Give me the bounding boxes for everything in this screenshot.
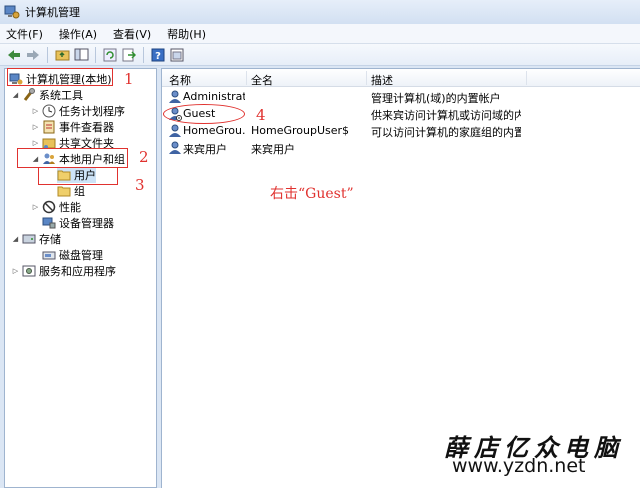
table-row[interactable]: HomeGrou... HomeGroupUser$ 可以访问计算机的家庭组的内…: [162, 123, 640, 139]
annotation-number-3: 3: [135, 176, 145, 194]
menu-bar: 文件(F) 操作(A) 查看(V) 帮助(H): [0, 24, 640, 44]
list-header: 名称 全名 描述: [162, 69, 640, 87]
column-header-description[interactable]: 描述: [371, 72, 393, 88]
user-fullname: 来宾用户: [251, 143, 295, 156]
tree-label: 设备管理器: [59, 217, 114, 230]
services-icon: [22, 264, 36, 278]
tree-label: 系统工具: [39, 89, 83, 102]
tree-label: 性能: [59, 201, 81, 214]
tree-item-event-viewer[interactable]: ▷ 事件查看器: [31, 119, 114, 135]
annotation-instruction: 右击“Guest”: [270, 186, 354, 202]
tree-item-disk-management[interactable]: 磁盘管理: [42, 247, 103, 263]
toolbar-separator: [143, 46, 144, 63]
user-list: 名称 全名 描述 Administrat... 管理计算机(域)的内置帐户 Gu…: [161, 68, 640, 488]
disk-icon: [42, 248, 56, 262]
toolbar: ?: [0, 44, 640, 66]
tree-label: 组: [74, 185, 85, 198]
no-entry-icon: [42, 200, 56, 214]
collapsed-triangle-icon[interactable]: ▷: [31, 107, 40, 115]
forward-arrow-icon[interactable]: [25, 47, 41, 63]
clock-icon: [42, 104, 56, 118]
collapsed-triangle-icon[interactable]: ▷: [31, 203, 40, 211]
device-manager-icon: [42, 216, 56, 230]
export-list-icon[interactable]: [121, 47, 137, 63]
collapsed-triangle-icon[interactable]: ▷: [31, 123, 40, 131]
tree-item-system-tools[interactable]: ◢ 系统工具: [11, 87, 83, 103]
tree-item-performance[interactable]: ▷ 性能: [31, 199, 81, 215]
back-arrow-icon[interactable]: [6, 47, 22, 63]
annotation-ellipse-guest: [163, 104, 245, 124]
column-divider[interactable]: [366, 71, 367, 85]
tools-icon: [22, 88, 36, 102]
folder-icon: [57, 184, 71, 198]
column-divider[interactable]: [246, 71, 247, 85]
annotation-number-4: 4: [256, 106, 266, 124]
user-fullname: HomeGroupUser$: [251, 124, 350, 137]
computer-management-icon: [4, 5, 20, 19]
properties-icon[interactable]: [169, 47, 185, 63]
user-name: Administrat...: [183, 90, 245, 103]
user-name: HomeGrou...: [183, 124, 245, 137]
menu-view[interactable]: 查看(V): [113, 26, 151, 42]
help-icon[interactable]: ?: [150, 47, 166, 63]
user-description: 可以访问计算机的家庭组的内置...: [371, 126, 521, 139]
user-icon: [169, 124, 181, 137]
user-name: 来宾用户: [183, 143, 227, 156]
table-row[interactable]: Administrat... 管理计算机(域)的内置帐户: [162, 89, 640, 105]
tree-label: 服务和应用程序: [39, 265, 116, 278]
annotation-number-1: 1: [124, 70, 134, 88]
toolbar-separator: [95, 46, 96, 63]
show-hide-tree-icon[interactable]: [73, 47, 89, 63]
event-viewer-icon: [42, 120, 56, 134]
window-title: 计算机管理: [25, 6, 80, 19]
tree-label: 任务计划程序: [59, 105, 125, 118]
user-description: 供来宾访问计算机或访问域的内...: [371, 109, 521, 122]
column-header-fullname[interactable]: 全名: [251, 72, 273, 88]
tree-item-storage[interactable]: ◢ 存储: [11, 231, 61, 247]
menu-help[interactable]: 帮助(H): [167, 26, 206, 42]
expanded-triangle-icon[interactable]: ◢: [11, 235, 20, 243]
refresh-icon[interactable]: [102, 47, 118, 63]
table-row[interactable]: 来宾用户 来宾用户: [162, 140, 640, 156]
svg-text:?: ?: [155, 51, 161, 62]
tree-item-task-scheduler[interactable]: ▷ 任务计划程序: [31, 103, 125, 119]
menu-file[interactable]: 文件(F): [6, 26, 43, 42]
annotation-box-users: [38, 167, 118, 185]
up-folder-icon[interactable]: [54, 47, 70, 63]
storage-icon: [22, 232, 36, 246]
user-icon: [169, 90, 181, 103]
annotation-number-2: 2: [139, 148, 149, 166]
tree-item-device-manager[interactable]: 设备管理器: [42, 215, 114, 231]
tree-label: 存储: [39, 233, 61, 246]
console-tree: 计算机管理(本地) ◢ 系统工具 ▷ 任务计划程序 ▷ 事件查看器 ▷ 共享文件…: [4, 68, 157, 488]
tree-label: 磁盘管理: [59, 249, 103, 262]
annotation-box-root: [7, 68, 113, 86]
collapsed-triangle-icon[interactable]: ▷: [31, 139, 40, 147]
column-header-name[interactable]: 名称: [169, 72, 191, 88]
user-icon: [169, 141, 181, 154]
column-divider[interactable]: [526, 71, 527, 85]
tree-label: 事件查看器: [59, 121, 114, 134]
watermark-url: www.yzdn.net: [452, 455, 586, 477]
user-description: 管理计算机(域)的内置帐户: [371, 92, 501, 105]
title-bar: 计算机管理: [0, 0, 640, 24]
annotation-box-local-users: [17, 148, 128, 168]
tree-item-groups[interactable]: 组: [57, 183, 85, 199]
tree-item-services-apps[interactable]: ▷ 服务和应用程序: [11, 263, 116, 279]
expanded-triangle-icon[interactable]: ◢: [11, 91, 20, 99]
menu-action[interactable]: 操作(A): [59, 26, 97, 42]
collapsed-triangle-icon[interactable]: ▷: [11, 267, 20, 275]
toolbar-separator: [47, 46, 48, 63]
